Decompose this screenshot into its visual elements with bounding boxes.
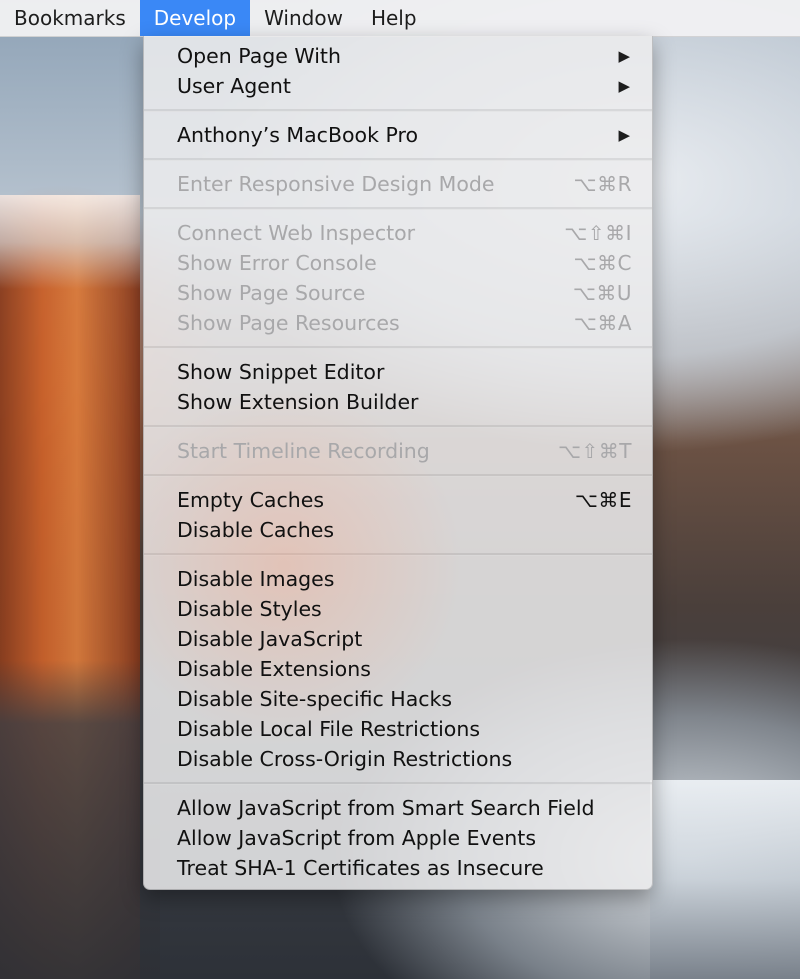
menu-item-allow-javascript-from-smart-search-field[interactable]: Allow JavaScript from Smart Search Field: [144, 793, 652, 823]
menu-separator: [144, 782, 652, 785]
menu-item-disable-caches[interactable]: Disable Caches: [144, 515, 652, 545]
menu-item-label: Disable JavaScript: [177, 627, 363, 651]
menu-item-label: Disable Site-specific Hacks: [177, 687, 453, 711]
menu-item-show-error-console: Show Error Console ⌥⌘C: [144, 248, 652, 278]
menu-item-label: Disable Styles: [177, 597, 322, 621]
menubar-item-develop[interactable]: Develop: [139, 0, 251, 36]
submenu-arrow-icon: ▶: [618, 47, 630, 65]
keyboard-shortcut: ⌥⌘U: [572, 281, 632, 305]
menu-item-label: Start Timeline Recording: [177, 439, 430, 463]
keyboard-shortcut: ⌥⇧⌘T: [557, 439, 632, 463]
menu-item-open-page-with[interactable]: Open Page With ▶: [144, 41, 652, 71]
menu-item-label: Anthony’s MacBook Pro: [177, 123, 419, 147]
menu-separator: [144, 158, 652, 161]
menu-item-disable-javascript[interactable]: Disable JavaScript: [144, 624, 652, 654]
desktop-wallpaper-snow: [650, 780, 800, 979]
menu-item-label: Allow JavaScript from Apple Events: [177, 826, 537, 850]
menu-separator: [144, 109, 652, 112]
menu-item-label: Open Page With: [177, 44, 341, 68]
keyboard-shortcut: ⌥⌘C: [573, 251, 632, 275]
menu-separator: [144, 474, 652, 477]
menu-item-label: Show Error Console: [177, 251, 377, 275]
menu-item-disable-site-specific-hacks[interactable]: Disable Site-specific Hacks: [144, 684, 652, 714]
menubar-item-window[interactable]: Window: [250, 0, 357, 36]
menu-bar: Bookmarks Develop Window Help: [0, 0, 800, 37]
desktop-wallpaper-shadow: [0, 660, 160, 979]
menu-item-disable-local-file-restrictions[interactable]: Disable Local File Restrictions: [144, 714, 652, 744]
menu-item-label: Disable Caches: [177, 518, 334, 542]
menu-item-label: Show Extension Builder: [177, 390, 419, 414]
menu-separator: [144, 346, 652, 349]
menu-item-show-snippet-editor[interactable]: Show Snippet Editor: [144, 357, 652, 387]
keyboard-shortcut: ⌥⌘R: [573, 172, 632, 196]
menu-item-show-page-source: Show Page Source ⌥⌘U: [144, 278, 652, 308]
menu-item-start-timeline-recording: Start Timeline Recording ⌥⇧⌘T: [144, 436, 652, 466]
keyboard-shortcut: ⌥⌘A: [573, 311, 632, 335]
menu-item-label: Disable Images: [177, 567, 335, 591]
menu-item-connect-web-inspector: Connect Web Inspector ⌥⇧⌘I: [144, 218, 652, 248]
menu-item-label: Enter Responsive Design Mode: [177, 172, 495, 196]
submenu-arrow-icon: ▶: [618, 77, 630, 95]
menubar-item-help[interactable]: Help: [357, 0, 431, 36]
menu-item-disable-extensions[interactable]: Disable Extensions: [144, 654, 652, 684]
menu-item-empty-caches[interactable]: Empty Caches ⌥⌘E: [144, 485, 652, 515]
menu-item-label: Show Snippet Editor: [177, 360, 385, 384]
menu-item-show-extension-builder[interactable]: Show Extension Builder: [144, 387, 652, 417]
menu-item-label: Show Page Resources: [177, 311, 400, 335]
menu-item-anthonys-macbook-pro[interactable]: Anthony’s MacBook Pro ▶: [144, 120, 652, 150]
submenu-arrow-icon: ▶: [618, 126, 630, 144]
menu-item-label: Connect Web Inspector: [177, 221, 416, 245]
menu-item-label: Disable Extensions: [177, 657, 371, 681]
menu-item-label: Treat SHA-1 Certificates as Insecure: [177, 856, 544, 880]
keyboard-shortcut: ⌥⇧⌘I: [564, 221, 632, 245]
menu-separator: [144, 425, 652, 428]
menu-item-label: Disable Cross-Origin Restrictions: [177, 747, 513, 771]
menu-item-allow-javascript-from-apple-events[interactable]: Allow JavaScript from Apple Events: [144, 823, 652, 853]
menu-item-disable-images[interactable]: Disable Images: [144, 564, 652, 594]
develop-menu-dropdown: Open Page With ▶ User Agent ▶ Anthony’s MacB…: [143, 36, 653, 890]
menu-item-label: Allow JavaScript from Smart Search Field: [177, 796, 595, 820]
menu-item-treat-sha-1-certificates-as-insecure[interactable]: Treat SHA-1 Certificates as Insecure: [144, 853, 652, 883]
menu-item-label: Empty Caches: [177, 488, 325, 512]
menu-item-user-agent[interactable]: User Agent ▶: [144, 71, 652, 101]
menu-item-disable-styles[interactable]: Disable Styles: [144, 594, 652, 624]
menubar-item-bookmarks[interactable]: Bookmarks: [0, 0, 140, 36]
menu-item-show-page-resources: Show Page Resources ⌥⌘A: [144, 308, 652, 338]
menu-item-label: User Agent: [177, 74, 291, 98]
menu-item-label: Show Page Source: [177, 281, 366, 305]
menu-item-label: Disable Local File Restrictions: [177, 717, 481, 741]
menu-separator: [144, 207, 652, 210]
keyboard-shortcut: ⌥⌘E: [574, 488, 632, 512]
menu-item-disable-cross-origin-restrictions[interactable]: Disable Cross-Origin Restrictions: [144, 744, 652, 774]
menu-separator: [144, 553, 652, 556]
menu-item-enter-responsive-design-mode: Enter Responsive Design Mode ⌥⌘R: [144, 169, 652, 199]
